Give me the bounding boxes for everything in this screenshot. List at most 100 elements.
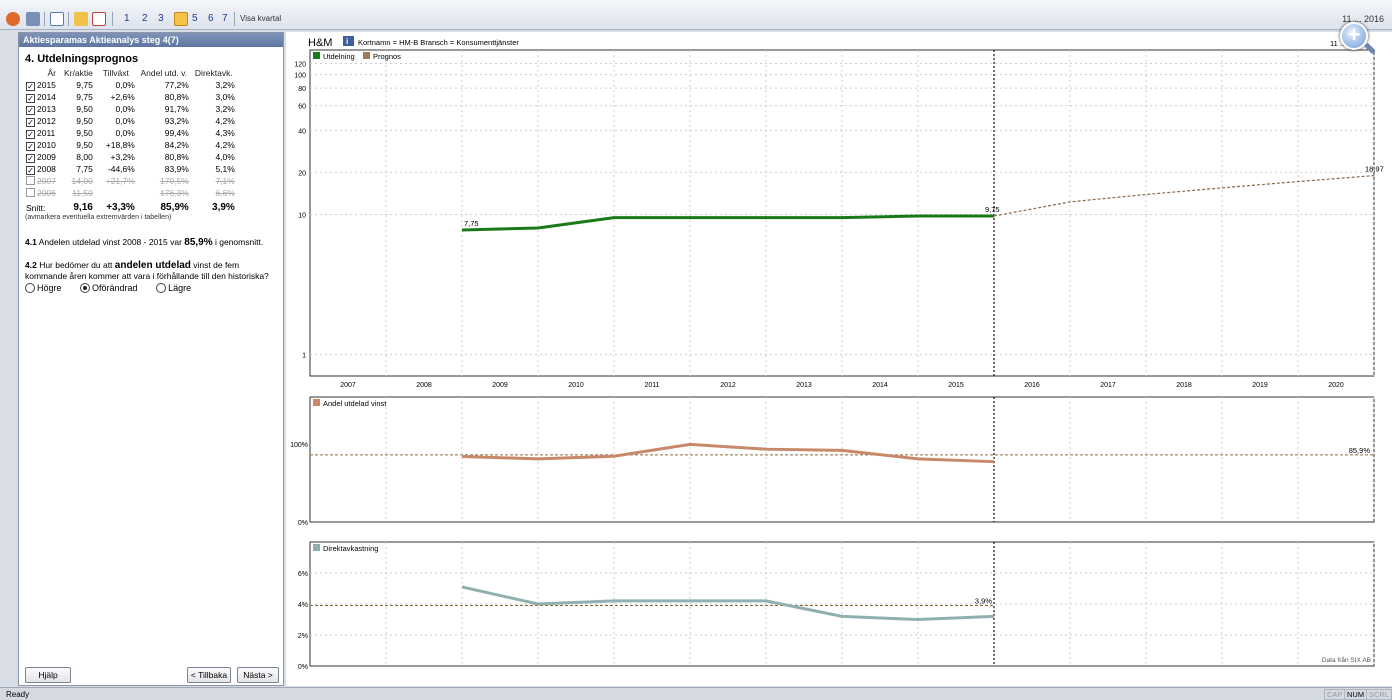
row-checkbox[interactable]: ✓ [26, 153, 35, 163]
document-icon[interactable] [92, 12, 106, 26]
average-growth: +3,3% [106, 202, 135, 213]
payout-ratio-chart: 0% 100% 85,9% Andel utdelad vinst [290, 396, 1375, 527]
legend-prognos-swatch [363, 52, 370, 59]
x-tick-label: 2009 [492, 382, 508, 389]
section-4-1: 4.1 Andelen utdelad vinst 2008 - 2015 va… [25, 237, 264, 248]
data-label: 18,97 [1365, 165, 1384, 174]
chart-panel: H&M i Kortnamn = HM-B Bransch = Konsumen… [286, 32, 1392, 686]
x-tick-label: 2008 [416, 382, 432, 389]
radio-higher[interactable]: Högre [25, 283, 62, 293]
x-tick-label: 2018 [1176, 382, 1192, 389]
data-label: 7,75 [464, 219, 479, 228]
cell-kr: 9,75 [76, 92, 93, 102]
table-row: ✓ 2008 7,75 -44,6% 83,9% 5,1% [24, 163, 237, 175]
company-name: H&M [308, 37, 332, 49]
step-6-button[interactable]: 6 [208, 13, 214, 24]
row-checkbox[interactable]: ✓ [26, 81, 35, 91]
info-icon[interactable] [343, 36, 354, 46]
cell-year[interactable]: ✓ 2012 [24, 115, 62, 127]
toolbar: 1 2 3 5 6 7 Visa kvartal 11 ... 2016 [0, 0, 1392, 30]
tools-icon[interactable] [26, 12, 40, 26]
average-label: Snitt: [26, 202, 46, 213]
cell-year[interactable]: ✓ 2011 [24, 127, 62, 139]
step-5-button[interactable]: 5 [192, 13, 198, 24]
num-indicator: NUM [1344, 689, 1368, 700]
row-checkbox[interactable]: ✓ [26, 129, 35, 139]
cell-share: 99,4% [164, 128, 189, 138]
cell-kr: 9,50 [76, 104, 93, 114]
cell-yield: 4,3% [215, 128, 235, 138]
back-button[interactable]: < Tillbaka [187, 667, 231, 683]
x-tick-label: 2010 [568, 382, 584, 389]
cell-year[interactable]: 2006 [24, 187, 62, 199]
cell-share: 91,7% [164, 104, 189, 114]
cell-year[interactable]: ✓ 2009 [24, 151, 62, 163]
payout-radio-group: Högre Oförändrad Lägre [25, 283, 283, 293]
x-tick-label: 2020 [1328, 382, 1344, 389]
cell-yield: 3,2% [215, 80, 235, 90]
panel-header: Aktiesparamas Aktieanalys steg 4(7) [19, 33, 283, 47]
data-label: 9,75 [985, 205, 1000, 214]
table-row: ✓ 2009 8,00 +3,2% 80,8% 4,0% [24, 151, 237, 163]
y-tick-label: 60 [298, 104, 306, 111]
step-4-button[interactable] [174, 12, 188, 26]
row-checkbox[interactable]: ✓ [26, 93, 35, 103]
plot-frame [309, 49, 1375, 377]
cell-yield: 6,6% [215, 188, 235, 198]
row-checkbox[interactable] [26, 188, 35, 197]
cell-year[interactable]: ✓ 2010 [24, 139, 62, 151]
row-checkbox[interactable] [26, 176, 35, 185]
cell-yield: 7,1% [215, 176, 235, 186]
cell-kr: 9,50 [76, 128, 93, 138]
row-checkbox[interactable]: ✓ [26, 165, 35, 175]
visa-kvartal-toggle[interactable]: Visa kvartal [240, 14, 281, 23]
section-4-2: 4.2 Hur bedömer du att andelen utdelad v… [25, 260, 269, 281]
cell-yield: 3,0% [215, 92, 235, 102]
y-tick-label: 4% [298, 602, 308, 609]
legend-andel-swatch [313, 399, 320, 406]
add-icon[interactable] [50, 12, 64, 26]
step-1-button[interactable]: 1 [124, 13, 130, 24]
cell-growth: 0,0% [115, 116, 135, 126]
cell-year[interactable]: ✓ 2008 [24, 163, 62, 175]
step-7-button[interactable]: 7 [222, 13, 228, 24]
average-row: Snitt: 9,16 +3,3% 85,9% 3,9% [24, 199, 237, 213]
step-2-button[interactable]: 2 [142, 13, 148, 24]
cell-share: 83,9% [164, 164, 189, 174]
table-row: ✓ 2013 9,50 0,0% 91,7% 3,2% [24, 103, 237, 115]
help-button[interactable]: Hjälp [25, 667, 71, 683]
cell-yield: 4,0% [215, 152, 235, 162]
x-tick-label: 2015 [948, 382, 964, 389]
cell-year[interactable]: ✓ 2013 [24, 103, 62, 115]
radio-lower[interactable]: Lägre [156, 283, 191, 293]
home-icon[interactable] [6, 12, 20, 26]
x-tick-label: 2012 [720, 382, 736, 389]
legend-utdelning-label: Utdelning [323, 52, 355, 61]
radio-unchanged[interactable]: Oförändrad [80, 283, 138, 293]
step-3-button[interactable]: 3 [158, 13, 164, 24]
open-folder-icon[interactable] [74, 12, 88, 26]
cell-year[interactable]: 2007 [24, 175, 62, 187]
cell-share: 77,2% [164, 80, 189, 90]
y-tick-label: 20 [298, 170, 306, 177]
x-tick-label: 2019 [1252, 382, 1268, 389]
y-tick-label: 40 [298, 128, 306, 135]
table-note: (avmarkera eventuella extremvärden i tab… [25, 214, 172, 221]
cell-year[interactable]: ✓ 2015 [24, 79, 62, 91]
cell-yield: 5,1% [215, 164, 235, 174]
cell-yield: 3,2% [215, 104, 235, 114]
next-button[interactable]: Nästa > [237, 667, 279, 683]
average-share: 85,9% [160, 202, 189, 213]
cell-year[interactable]: ✓ 2014 [24, 91, 62, 103]
legend-direktavkastning-swatch [313, 544, 320, 551]
row-checkbox[interactable]: ✓ [26, 117, 35, 127]
table-row: ✓ 2011 9,50 0,0% 99,4% 4,3% [24, 127, 237, 139]
legend-prognos-label: Prognos [373, 52, 401, 61]
table-row: ✓ 2012 9,50 0,0% 93,2% 4,2% [24, 115, 237, 127]
section-title: 4. Utdelningsprognos [25, 53, 139, 65]
charts-svg: H&M i Kortnamn = HM-B Bransch = Konsumen… [290, 36, 1384, 671]
row-checkbox[interactable]: ✓ [26, 105, 35, 115]
legend-andel-label: Andel utdelad vinst [323, 399, 387, 408]
cell-share: 93,2% [164, 116, 189, 126]
row-checkbox[interactable]: ✓ [26, 141, 35, 151]
